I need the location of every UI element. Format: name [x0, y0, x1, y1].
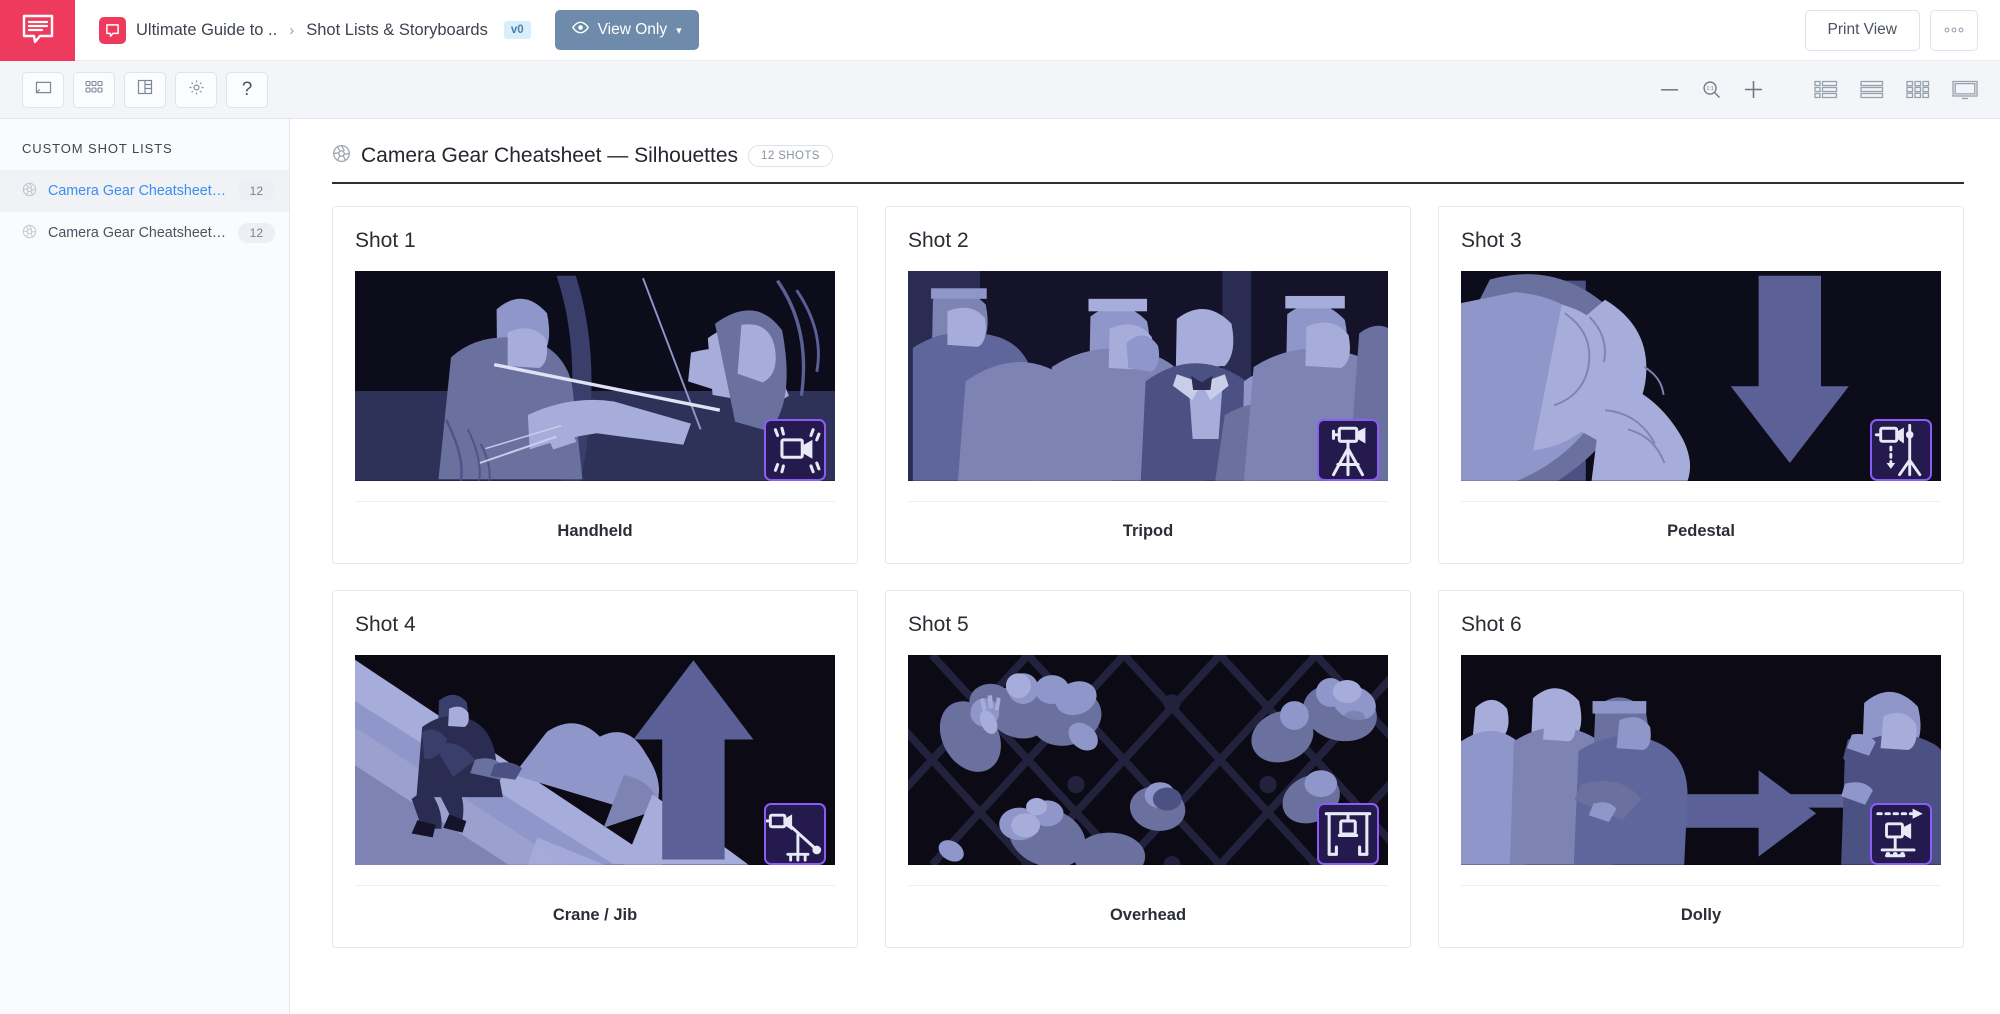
crowd-formal-illustration — [908, 271, 1388, 481]
zoom-reset-button[interactable]: 1:1 — [1702, 80, 1721, 99]
shot-label: Tripod — [908, 500, 1388, 563]
shot-label: Dolly — [1461, 884, 1941, 947]
crane-jib-camera-icon — [764, 802, 826, 865]
shot-number: Shot 3 — [1461, 229, 1522, 252]
shot-card[interactable]: Shot 3 Pedestal — [1438, 206, 1964, 564]
body: CUSTOM SHOT LISTS Camera Gear Cheatsheet… — [0, 119, 2000, 1014]
breadcrumb-separator-icon: › — [289, 21, 295, 39]
sidebar-item-silhouettes[interactable]: Camera Gear Cheatsheet — Silho... 12 — [0, 170, 289, 212]
project-chat-icon[interactable] — [99, 16, 126, 44]
shot-card[interactable]: Shot 5 Overhead — [885, 589, 1411, 948]
aperture-icon — [22, 224, 37, 243]
slope-up-arrow-illustration — [355, 654, 835, 865]
rows-view-button[interactable] — [1860, 80, 1884, 99]
shot-number: Shot 6 — [1461, 612, 1522, 636]
svg-text:1:1: 1:1 — [1707, 86, 1714, 92]
gear-icon — [188, 79, 205, 101]
sidebar-item-count: 12 — [237, 223, 275, 243]
zoom-out-button[interactable] — [1661, 88, 1678, 91]
shot-thumbnail[interactable] — [355, 271, 835, 481]
board-view-button[interactable] — [22, 71, 64, 108]
version-badge: v0 — [503, 21, 531, 39]
handheld-camera-icon — [764, 418, 826, 481]
zoom-controls: 1:1 — [1661, 80, 1762, 99]
main-content: Camera Gear Cheatsheet — Silhouettes 12 … — [290, 119, 2000, 1014]
sidebar: CUSTOM SHOT LISTS Camera Gear Cheatsheet… — [0, 119, 290, 1014]
runners-right-arrow-illustration — [1461, 654, 1941, 865]
shot-label: Crane / Jib — [355, 884, 835, 947]
shot-label: Overhead — [908, 884, 1388, 947]
shot-thumbnail[interactable] — [908, 654, 1388, 865]
list-detail-view-button[interactable] — [1814, 80, 1838, 99]
shot-grid: Shot 1 Handheld Shot 2 Tripod Shot 3 Ped… — [332, 206, 1964, 948]
shot-number: Shot 2 — [908, 229, 969, 252]
shot-card[interactable]: Shot 4 Crane / Jib — [332, 589, 858, 948]
shot-card[interactable]: Shot 6 Dolly — [1438, 589, 1964, 948]
shot-number: Shot 1 — [355, 229, 416, 252]
top-bar-actions: Print View — [1804, 0, 2000, 60]
toolbar-left-tools: ? — [22, 71, 268, 108]
page-title: Camera Gear Cheatsheet — Silhouettes — [361, 144, 739, 167]
breadcrumb: Ultimate Guide to .. › Shot Lists & Stor… — [75, 0, 699, 60]
chevron-down-icon: ▾ — [676, 24, 682, 37]
title-divider — [332, 182, 1964, 184]
shot-thumbnail[interactable] — [355, 654, 835, 865]
view-mode-buttons — [1814, 80, 1978, 100]
aerial-crowd-grid-illustration — [908, 654, 1388, 865]
help-button[interactable]: ? — [226, 71, 268, 108]
profile-down-arrow-illustration — [1461, 271, 1941, 481]
shot-number: Shot 4 — [355, 612, 416, 636]
print-view-button[interactable]: Print View — [1804, 9, 1920, 51]
breadcrumb-current[interactable]: Shot Lists & Storyboards — [306, 21, 488, 40]
pedestal-camera-icon — [1870, 418, 1932, 481]
dolly-camera-icon — [1870, 802, 1932, 865]
grid-view-button[interactable] — [73, 71, 115, 108]
table-columns-icon — [137, 79, 153, 100]
aperture-icon — [332, 144, 351, 168]
shot-thumbnail[interactable] — [1461, 654, 1941, 865]
settings-button[interactable] — [175, 71, 217, 108]
sidebar-item-shots[interactable]: Camera Gear Cheatsheet — Shots 12 — [0, 212, 289, 254]
shot-card[interactable]: Shot 1 Handheld — [332, 206, 858, 564]
sidebar-item-label: Camera Gear Cheatsheet — Shots — [48, 225, 227, 241]
brand-logo[interactable] — [0, 0, 75, 61]
view-only-label: View Only — [597, 21, 668, 38]
sidebar-item-count: 12 — [237, 181, 275, 201]
view-only-button[interactable]: View Only ▾ — [554, 10, 699, 50]
shot-thumbnail[interactable] — [908, 271, 1388, 481]
shot-number: Shot 5 — [908, 612, 969, 636]
shot-card[interactable]: Shot 2 Tripod — [885, 206, 1411, 564]
sidebar-heading: CUSTOM SHOT LISTS — [22, 141, 173, 156]
tripod-camera-icon — [1317, 418, 1379, 481]
secondary-toolbar: ? 1:1 — [0, 61, 2000, 119]
page-title-row: Camera Gear Cheatsheet — Silhouettes 12 … — [332, 144, 1964, 182]
ellipsis-icon — [1944, 27, 1964, 33]
shot-label: Pedestal — [1461, 500, 1941, 563]
zoom-in-button[interactable] — [1745, 81, 1762, 98]
question-mark-icon: ? — [241, 78, 253, 100]
toolbar-right-tools: 1:1 — [1661, 80, 1978, 100]
breadcrumb-parent[interactable]: Ultimate Guide to .. — [136, 21, 277, 40]
shot-thumbnail[interactable] — [1461, 271, 1941, 481]
board-icon — [34, 80, 53, 100]
shot-count-badge: 12 SHOTS — [748, 145, 833, 167]
archery-couple-illustration — [355, 271, 835, 481]
thumbnail-grid-view-button[interactable] — [1906, 80, 1930, 99]
shot-label: Handheld — [355, 500, 835, 563]
dot-grid-icon — [85, 80, 103, 99]
presentation-view-button[interactable] — [1952, 80, 1978, 100]
overhead-rig-icon — [1317, 802, 1379, 865]
table-view-button[interactable] — [124, 71, 166, 108]
aperture-icon — [22, 182, 37, 201]
eye-icon — [571, 21, 589, 39]
top-bar: Ultimate Guide to .. › Shot Lists & Stor… — [0, 0, 2000, 61]
studiobinder-logo-icon — [21, 13, 55, 49]
sidebar-item-label: Camera Gear Cheatsheet — Silho... — [48, 183, 227, 199]
more-options-button[interactable] — [1930, 9, 1978, 51]
